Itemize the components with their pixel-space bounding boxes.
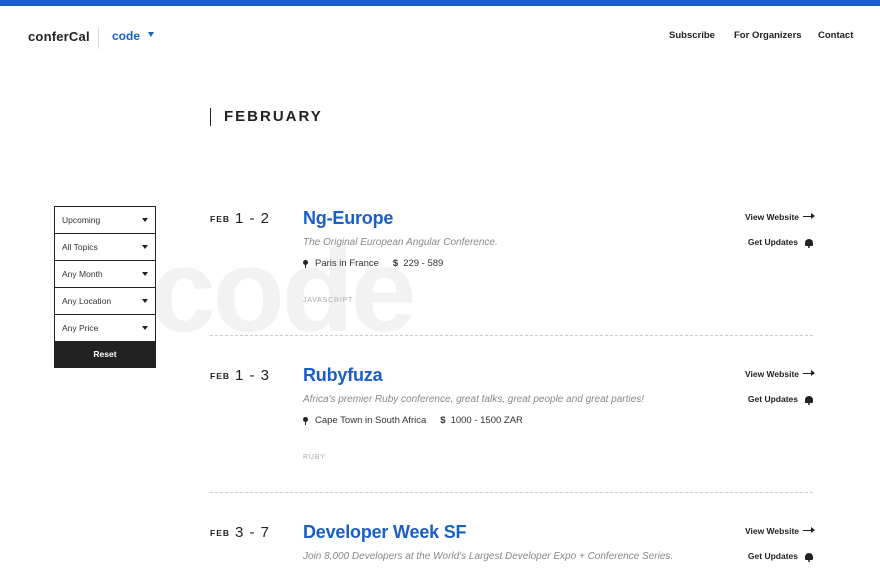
event-meta: Cape Town in South Africa $1000 - 1500 ZA… [303,415,523,426]
event-location: Paris in France [315,258,379,269]
site-logo[interactable]: conferCal [28,29,90,44]
event-price: 1000 - 1500 ZAR [450,415,523,426]
filter-label: Any Price [62,323,99,333]
logo-divider [98,27,99,49]
filter-label: All Topics [62,242,98,252]
event-title[interactable]: Ng-Europe [303,208,393,229]
event-title[interactable]: Rubyfuza [303,365,383,386]
event-description: Join 8,000 Developers at the World's Lar… [303,551,674,562]
view-website-label: View Website [744,369,799,379]
event-days: 1 - 2 [235,210,271,227]
filter-price[interactable]: Any Price [54,314,156,341]
view-website-link[interactable]: View Website [744,212,815,222]
filter-topic[interactable]: All Topics [54,233,156,260]
view-website-label: View Website [744,212,799,222]
view-website-label: View Website [744,526,799,536]
event-title[interactable]: Developer Week SF [303,522,467,543]
nav-for-organizers[interactable]: For Organizers [734,30,802,41]
event-month: FEB [210,528,230,538]
chevron-down-icon [142,272,148,276]
arrow-right-icon [803,527,815,532]
event-card: FEB 1 - 3 Rubyfuza Africa's premier Ruby… [210,363,815,473]
event-card: FEB 1 - 2 Ng-Europe The Original Europea… [210,206,815,316]
event-days: 3 - 7 [235,524,271,541]
get-updates-link[interactable]: Get Updates [747,237,813,248]
topic-dropdown[interactable]: code [112,29,140,43]
location-pin-icon [303,417,308,425]
bell-icon [805,553,813,562]
bell-icon [805,396,813,405]
chevron-down-icon[interactable] [148,32,154,37]
filter-panel: Upcoming All Topics Any Month Any Locati… [54,206,156,368]
arrow-right-icon [803,370,815,375]
event-days: 1 - 3 [235,367,271,384]
event-tag[interactable]: RUBY [303,454,326,461]
event-meta: Paris in France $229 - 589 [303,258,443,269]
view-website-link[interactable]: View Website [744,369,815,379]
get-updates-label: Get Updates [747,237,798,247]
dollar-icon: $ [392,258,399,269]
filter-label: Any Month [62,269,103,279]
bell-icon [805,239,813,248]
filter-label: Upcoming [62,215,101,225]
event-month: FEB [210,214,230,224]
filter-time[interactable]: Upcoming [54,206,156,233]
site-header: conferCal code Subscribe For Organizers … [0,6,880,64]
event-location: Cape Town in South Africa [315,415,427,426]
event-month: FEB [210,371,230,381]
get-updates-label: Get Updates [747,551,798,561]
event-description: The Original European Angular Conference… [303,237,498,248]
arrow-right-icon [803,213,815,218]
location-pin-icon [303,260,308,268]
filter-month[interactable]: Any Month [54,260,156,287]
filter-location[interactable]: Any Location [54,287,156,314]
get-updates-label: Get Updates [747,394,798,404]
chevron-down-icon [142,326,148,330]
event-divider [210,492,813,493]
event-card: FEB 3 - 7 Developer Week SF Join 8,000 D… [210,520,815,573]
view-website-link[interactable]: View Website [744,526,815,536]
month-heading: FEBRUARY [210,108,323,126]
nav-subscribe[interactable]: Subscribe [669,30,715,41]
chevron-down-icon [142,299,148,303]
event-description: Africa's premier Ruby conference, great … [303,394,644,405]
filter-label: Any Location [62,296,112,306]
chevron-down-icon [142,218,148,222]
nav-contact[interactable]: Contact [818,30,853,41]
get-updates-link[interactable]: Get Updates [747,551,813,562]
event-price: 229 - 589 [403,258,444,269]
reset-button[interactable]: Reset [54,341,156,368]
dollar-icon: $ [440,415,446,426]
chevron-down-icon [142,245,148,249]
get-updates-link[interactable]: Get Updates [747,394,813,405]
event-tag[interactable]: JAVASCRIPT [303,297,353,304]
event-divider [210,335,813,336]
